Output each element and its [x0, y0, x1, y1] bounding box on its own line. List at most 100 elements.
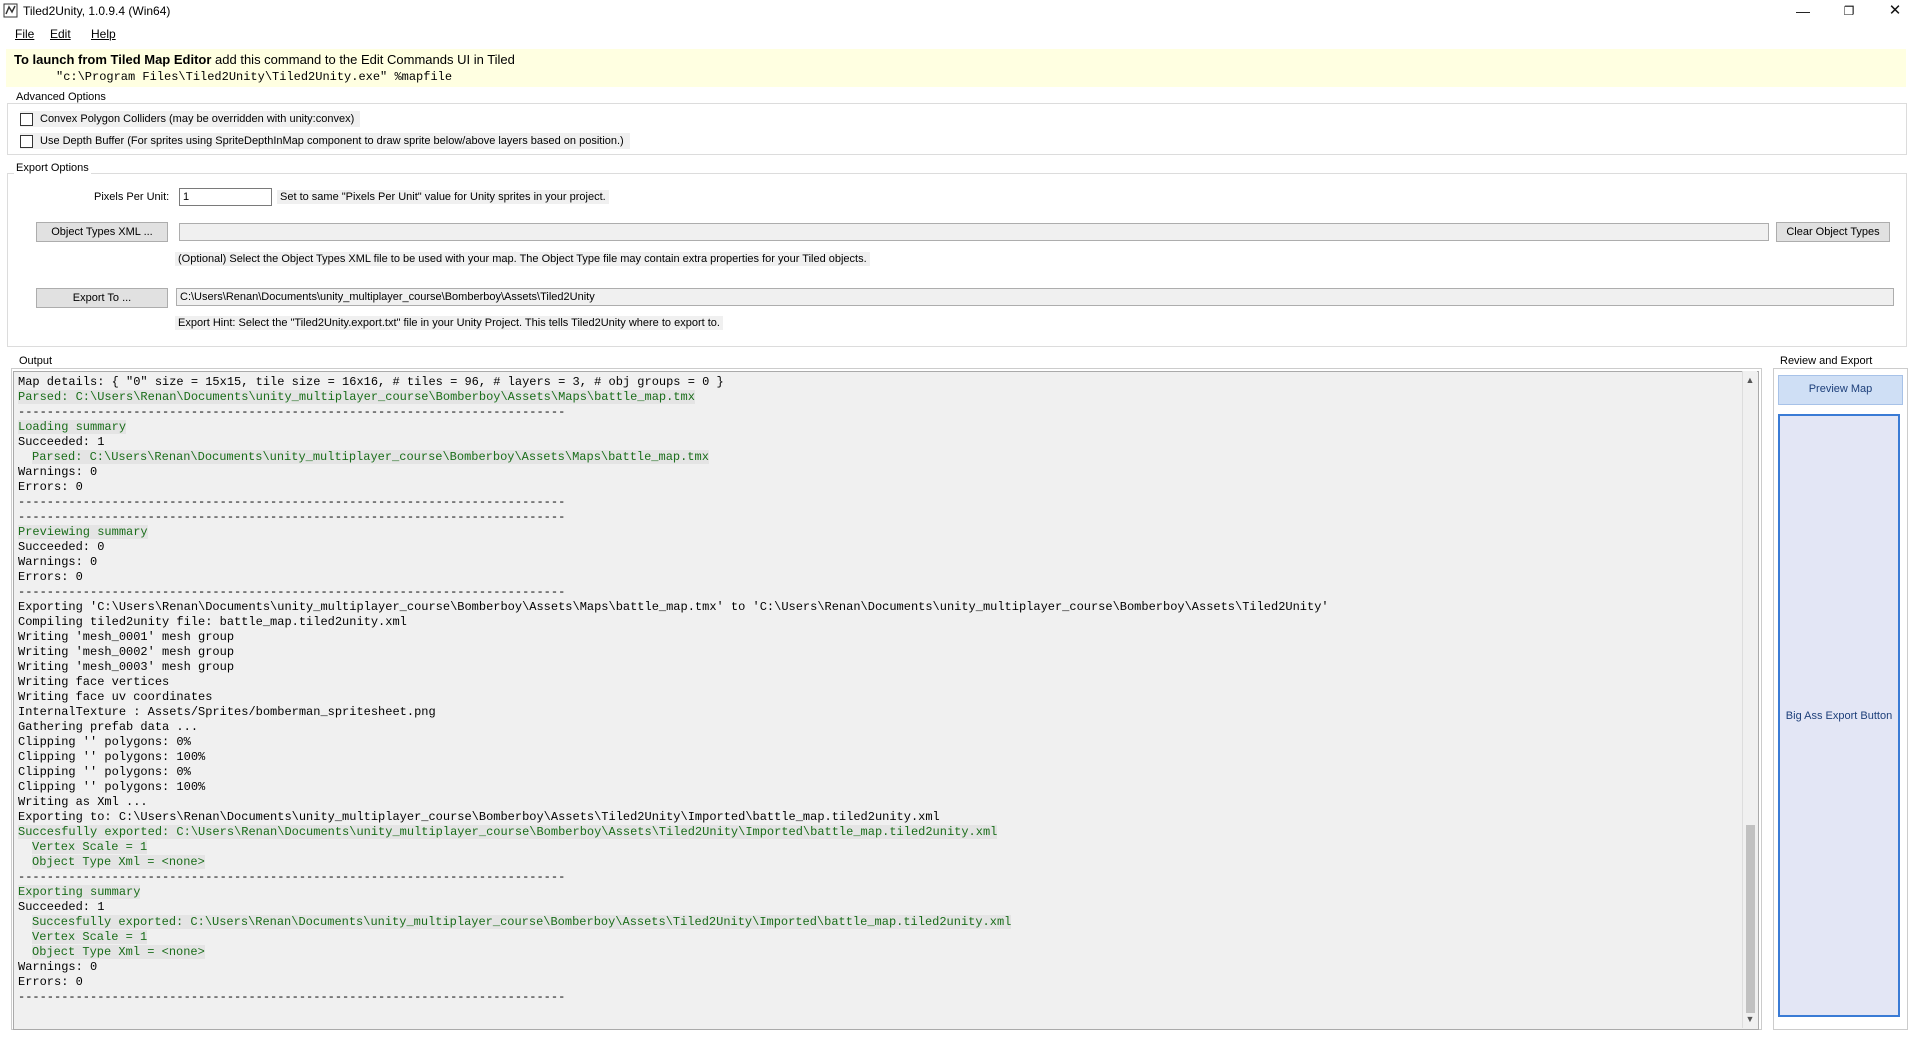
- output-scrollbar[interactable]: ▲ ▼: [1742, 371, 1757, 1028]
- convex-checkbox[interactable]: [20, 112, 33, 126]
- preview-map-button[interactable]: Preview Map: [1778, 375, 1903, 405]
- log-line: ----------------------------------------…: [18, 585, 1738, 600]
- log-line-text: Succeeded: 1: [18, 435, 105, 449]
- log-line: Vertex Scale = 1: [18, 840, 1738, 855]
- ppu-input[interactable]: 1: [179, 188, 272, 206]
- log-line: Errors: 0: [18, 570, 1738, 585]
- output-title: Output: [17, 355, 55, 367]
- log-line: ----------------------------------------…: [18, 990, 1738, 1005]
- log-line-text: Map details: { "0" size = 15x15, tile si…: [18, 375, 724, 389]
- log-line: Exporting summary: [18, 885, 1738, 900]
- log-line-text: Exporting summary: [18, 885, 141, 899]
- log-line-text: Clipping '' polygons: 100%: [18, 750, 206, 764]
- log-line-text: Exporting to: C:\Users\Renan\Documents\u…: [18, 810, 940, 824]
- log-line-text: Object Type Xml = <none>: [32, 945, 205, 959]
- log-line-text: Parsed: C:\Users\Renan\Documents\unity_m…: [32, 450, 709, 464]
- log-line: Writing face uv coordinates: [18, 690, 1738, 705]
- log-line: Parsed: C:\Users\Renan\Documents\unity_m…: [18, 450, 1738, 465]
- log-line: ----------------------------------------…: [18, 495, 1738, 510]
- log-line: Map details: { "0" size = 15x15, tile si…: [18, 375, 1738, 390]
- log-line: Writing 'mesh_0003' mesh group: [18, 660, 1738, 675]
- menu-edit[interactable]: Edit: [50, 27, 71, 41]
- log-line-text: Object Type Xml = <none>: [32, 855, 205, 869]
- log-line: ----------------------------------------…: [18, 510, 1738, 525]
- log-line-text: Parsed: C:\Users\Renan\Documents\unity_m…: [18, 390, 695, 404]
- log-line-text: Writing 'mesh_0001' mesh group: [18, 630, 235, 644]
- log-line: Vertex Scale = 1: [18, 930, 1738, 945]
- menu-bar: File Edit Help: [0, 24, 1920, 44]
- log-line-text: Compiling tiled2unity file: battle_map.t…: [18, 615, 407, 629]
- scroll-up-icon[interactable]: ▲: [1745, 375, 1755, 385]
- log-line: Clipping '' polygons: 0%: [18, 765, 1738, 780]
- log-line-text: Exporting 'C:\Users\Renan\Documents\unit…: [18, 600, 1329, 614]
- log-line: Warnings: 0: [18, 960, 1738, 975]
- log-line-text: Vertex Scale = 1: [32, 930, 148, 944]
- export-to-input[interactable]: C:\Users\Renan\Documents\unity_multiplay…: [176, 288, 1894, 306]
- log-line-text: Warnings: 0: [18, 960, 98, 974]
- minimize-icon[interactable]: —: [1780, 0, 1826, 22]
- object-types-xml-button[interactable]: Object Types XML ...: [36, 222, 168, 242]
- depth-label: Use Depth Buffer (For sprites using Spri…: [40, 135, 624, 147]
- ppu-label: Pixels Per Unit:: [94, 191, 170, 203]
- ppu-hint: Set to same "Pixels Per Unit" value for …: [277, 190, 609, 204]
- object-types-input[interactable]: [179, 223, 1769, 241]
- clear-object-types-button[interactable]: Clear Object Types: [1776, 222, 1890, 242]
- scroll-down-icon[interactable]: ▼: [1745, 1014, 1755, 1024]
- log-line: Warnings: 0: [18, 555, 1738, 570]
- depth-checkbox[interactable]: [20, 134, 33, 148]
- log-line: Writing 'mesh_0002' mesh group: [18, 645, 1738, 660]
- log-line-text: Vertex Scale = 1: [32, 840, 148, 854]
- scroll-thumb[interactable]: [1746, 825, 1755, 1013]
- log-line-text: Writing 'mesh_0002' mesh group: [18, 645, 235, 659]
- log-line: Exporting to: C:\Users\Renan\Documents\u…: [18, 810, 1738, 825]
- log-line: Warnings: 0: [18, 465, 1738, 480]
- log-line: Errors: 0: [18, 975, 1738, 990]
- log-line-text: ----------------------------------------…: [18, 585, 566, 599]
- output-log[interactable]: Map details: { "0" size = 15x15, tile si…: [13, 371, 1759, 1030]
- export-to-button[interactable]: Export To ...: [36, 288, 168, 308]
- log-line: Compiling tiled2unity file: battle_map.t…: [18, 615, 1738, 630]
- depth-checkbox-row[interactable]: Use Depth Buffer (For sprites using Spri…: [20, 133, 630, 149]
- log-line-text: ----------------------------------------…: [18, 990, 566, 1004]
- restore-icon[interactable]: ❐: [1826, 0, 1872, 22]
- banner-text: To launch from Tiled Map Editor add this…: [14, 52, 515, 67]
- log-line: Clipping '' polygons: 0%: [18, 735, 1738, 750]
- menu-help[interactable]: Help: [91, 27, 116, 41]
- log-line-text: Warnings: 0: [18, 555, 98, 569]
- log-line: Parsed: C:\Users\Renan\Documents\unity_m…: [18, 390, 1738, 405]
- log-line-text: Succeeded: 1: [18, 900, 105, 914]
- title-bar: Tiled2Unity, 1.0.9.4 (Win64) — ❐ ✕: [0, 0, 1920, 22]
- log-line-text: ----------------------------------------…: [18, 510, 566, 524]
- log-line: Succesfully exported: C:\Users\Renan\Doc…: [18, 825, 1738, 840]
- log-line-text: ----------------------------------------…: [18, 495, 566, 509]
- log-line-text: Clipping '' polygons: 100%: [18, 780, 206, 794]
- banner-bold: To launch from Tiled Map Editor: [14, 52, 212, 67]
- log-line-text: Clipping '' polygons: 0%: [18, 735, 191, 749]
- log-line-text: Writing face vertices: [18, 675, 170, 689]
- launch-banner: To launch from Tiled Map Editor add this…: [6, 49, 1906, 87]
- log-line-text: Succeeded: 0: [18, 540, 105, 554]
- log-line-text: ----------------------------------------…: [18, 405, 566, 419]
- log-line-text: Writing as Xml ...: [18, 795, 148, 809]
- menu-file[interactable]: File: [15, 27, 34, 41]
- log-line: Writing 'mesh_0001' mesh group: [18, 630, 1738, 645]
- advanced-options-title: Advanced Options: [14, 91, 108, 103]
- log-line: Previewing summary: [18, 525, 1738, 540]
- log-line: Gathering prefab data ...: [18, 720, 1738, 735]
- convex-checkbox-row[interactable]: Convex Polygon Colliders (may be overrid…: [20, 111, 361, 127]
- banner-rest: add this command to the Edit Commands UI…: [211, 52, 515, 67]
- log-line-text: Succesfully exported: C:\Users\Renan\Doc…: [18, 825, 998, 839]
- log-line: ----------------------------------------…: [18, 870, 1738, 885]
- big-export-button[interactable]: Big Ass Export Button: [1778, 414, 1900, 1017]
- log-line: Succeeded: 1: [18, 900, 1738, 915]
- log-line: Object Type Xml = <none>: [18, 855, 1738, 870]
- close-icon[interactable]: ✕: [1872, 0, 1918, 22]
- log-line-text: Succesfully exported: C:\Users\Renan\Doc…: [32, 915, 1012, 929]
- log-line: ----------------------------------------…: [18, 405, 1738, 420]
- log-line: Clipping '' polygons: 100%: [18, 750, 1738, 765]
- object-types-hint: (Optional) Select the Object Types XML f…: [175, 252, 870, 266]
- log-line-text: Errors: 0: [18, 570, 83, 584]
- log-line: InternalTexture : Assets/Sprites/bomberm…: [18, 705, 1738, 720]
- log-line-text: Errors: 0: [18, 975, 83, 989]
- log-line: Writing face vertices: [18, 675, 1738, 690]
